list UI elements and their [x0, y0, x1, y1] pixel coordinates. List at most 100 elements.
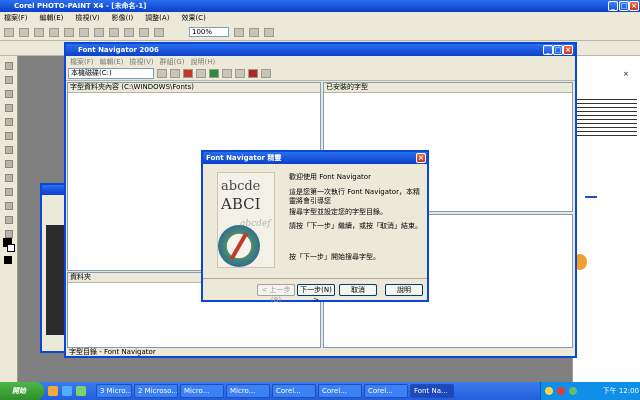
- background-window-content: [46, 225, 66, 335]
- tray-icon[interactable]: [545, 387, 553, 395]
- standard-toolbar: 100%: [0, 24, 640, 41]
- navigator-menu-edit[interactable]: 編輯(E): [100, 57, 124, 67]
- dialog-separator: [203, 278, 427, 279]
- tray-icon[interactable]: [557, 387, 565, 395]
- illustration-text-top: abcde: [221, 179, 261, 194]
- menu-view[interactable]: 檢視(V): [75, 13, 99, 23]
- start-button[interactable]: 開始: [0, 382, 44, 400]
- new-icon[interactable]: [4, 27, 14, 37]
- import-icon[interactable]: [139, 27, 149, 37]
- copy-icon[interactable]: [79, 27, 89, 37]
- paste-icon[interactable]: [94, 27, 104, 37]
- uninstall-icon[interactable]: [222, 69, 232, 78]
- view-list-icon[interactable]: [170, 69, 180, 78]
- eraser-tool-icon[interactable]: [5, 146, 13, 154]
- drive-select[interactable]: 本機磁碟(C:): [68, 68, 154, 79]
- cut-icon[interactable]: [64, 27, 74, 37]
- print-icon[interactable]: [49, 27, 59, 37]
- zoom-field[interactable]: 100%: [189, 27, 229, 37]
- eyedropper-tool-icon[interactable]: [5, 132, 13, 140]
- navigator-menu-group[interactable]: 群組(G): [160, 57, 185, 67]
- wizard-dialog[interactable]: Font Navigator 精靈 × abcde ABCI abcdef 歡迎…: [201, 150, 429, 304]
- taskbar-item[interactable]: Micro...: [226, 384, 270, 398]
- zoom-icon[interactable]: [234, 27, 244, 37]
- app-title-bar: Corel PHOTO-PAINT X4 - [未命名-1] _ □ ×: [0, 0, 640, 12]
- menu-bar: 檔案(F) 編輯(E) 檢視(V) 影像(I) 調整(A) 效果(C): [0, 12, 640, 24]
- print-font-icon[interactable]: [235, 69, 245, 78]
- background-color-swatch[interactable]: [7, 244, 15, 252]
- minimize-button[interactable]: _: [608, 1, 618, 11]
- menu-edit[interactable]: 編輯(E): [40, 13, 64, 23]
- app-title: Corel PHOTO-PAINT X4 - [未命名-1]: [14, 2, 147, 10]
- mask-icon[interactable]: [249, 27, 259, 37]
- quicklaunch-desktop-icon[interactable]: [62, 386, 72, 396]
- font-info-icon[interactable]: [183, 69, 193, 78]
- help-button[interactable]: 說明: [385, 284, 423, 296]
- toolbox: [0, 56, 18, 382]
- taskbar-item[interactable]: 2 Microso...: [134, 384, 178, 398]
- shape-tool-icon[interactable]: [5, 230, 13, 238]
- clock[interactable]: 下午 12:00: [591, 382, 639, 400]
- navigator-maximize-button[interactable]: □: [553, 45, 563, 55]
- redo-icon[interactable]: [124, 27, 134, 37]
- close-button[interactable]: ×: [629, 1, 639, 11]
- taskbar-item[interactable]: Corel...: [364, 384, 408, 398]
- navigator-close-button[interactable]: ×: [563, 45, 573, 55]
- taskbar-item-active[interactable]: Font Na...: [410, 384, 454, 398]
- pick-tool-icon[interactable]: [5, 62, 13, 70]
- help-icon[interactable]: [261, 69, 271, 78]
- undo-icon[interactable]: [109, 27, 119, 37]
- navigator-menu-file[interactable]: 檔案(F): [70, 57, 94, 67]
- taskbar-item[interactable]: 3 Micro...: [96, 384, 132, 398]
- menu-image[interactable]: 影像(I): [112, 13, 134, 23]
- navigator-status-bar: 字型目錄 - Font Navigator: [69, 348, 156, 356]
- clone-tool-icon[interactable]: [5, 174, 13, 182]
- menu-adjust[interactable]: 調整(A): [145, 13, 169, 23]
- mask-tool-icon[interactable]: [5, 76, 13, 84]
- background-window-titlebar: [42, 185, 66, 195]
- fill-tool-icon[interactable]: [5, 202, 13, 210]
- install-icon[interactable]: [209, 69, 219, 78]
- taskbar-item[interactable]: Micro...: [180, 384, 224, 398]
- object-icon[interactable]: [264, 27, 274, 37]
- menu-effects[interactable]: 效果(C): [181, 13, 205, 23]
- open-icon[interactable]: [19, 27, 29, 37]
- redeye-tool-icon[interactable]: [5, 160, 13, 168]
- properties-icon[interactable]: [196, 69, 206, 78]
- navigator-menu-help[interactable]: 說明(H): [191, 57, 216, 67]
- taskbar-item[interactable]: Corel...: [272, 384, 316, 398]
- system-tray: 下午 12:00: [540, 382, 640, 400]
- lasso-tool-icon[interactable]: [5, 90, 13, 98]
- back-button[interactable]: < 上一步(B): [257, 284, 295, 304]
- dialog-text-3: 請按「下一步」繼續，或按「取消」結束。: [289, 222, 422, 230]
- up-folder-icon[interactable]: [157, 69, 167, 78]
- dialog-close-button[interactable]: ×: [416, 153, 426, 163]
- paper-color-swatch[interactable]: [4, 256, 12, 264]
- export-icon[interactable]: [154, 27, 164, 37]
- save-icon[interactable]: [34, 27, 44, 37]
- dialog-title-bar: Font Navigator 精靈 ×: [203, 152, 427, 164]
- brush-tool-icon[interactable]: [5, 188, 13, 196]
- crop-tool-icon[interactable]: [5, 104, 13, 112]
- compass-needle-icon: [229, 232, 249, 260]
- wizard-illustration: abcde ABCI abcdef: [217, 172, 275, 268]
- navigator-minimize-button[interactable]: _: [543, 45, 553, 55]
- docker-panel: ×: [572, 56, 640, 382]
- docker-link[interactable]: [585, 188, 597, 198]
- quicklaunch-ie-icon[interactable]: [48, 386, 58, 396]
- tray-icon[interactable]: [569, 387, 577, 395]
- quicklaunch-media-icon[interactable]: [76, 386, 86, 396]
- navigator-title: Font Navigator 2006: [78, 46, 159, 54]
- text-tool-icon[interactable]: [5, 216, 13, 224]
- menu-file[interactable]: 檔案(F): [4, 13, 28, 23]
- docker-close-icon[interactable]: ×: [623, 70, 637, 78]
- docker-text-lines: [577, 96, 637, 136]
- zoom-tool-icon[interactable]: [5, 118, 13, 126]
- taskbar-item[interactable]: Corel...: [318, 384, 362, 398]
- cancel-button[interactable]: 取消: [339, 284, 377, 296]
- delete-icon[interactable]: [248, 69, 258, 78]
- illustration-text-mid: ABCI: [221, 195, 261, 213]
- next-button[interactable]: 下一步(N) >: [297, 284, 335, 304]
- navigator-menu-view[interactable]: 檢視(V): [129, 57, 153, 67]
- maximize-button[interactable]: □: [619, 1, 629, 11]
